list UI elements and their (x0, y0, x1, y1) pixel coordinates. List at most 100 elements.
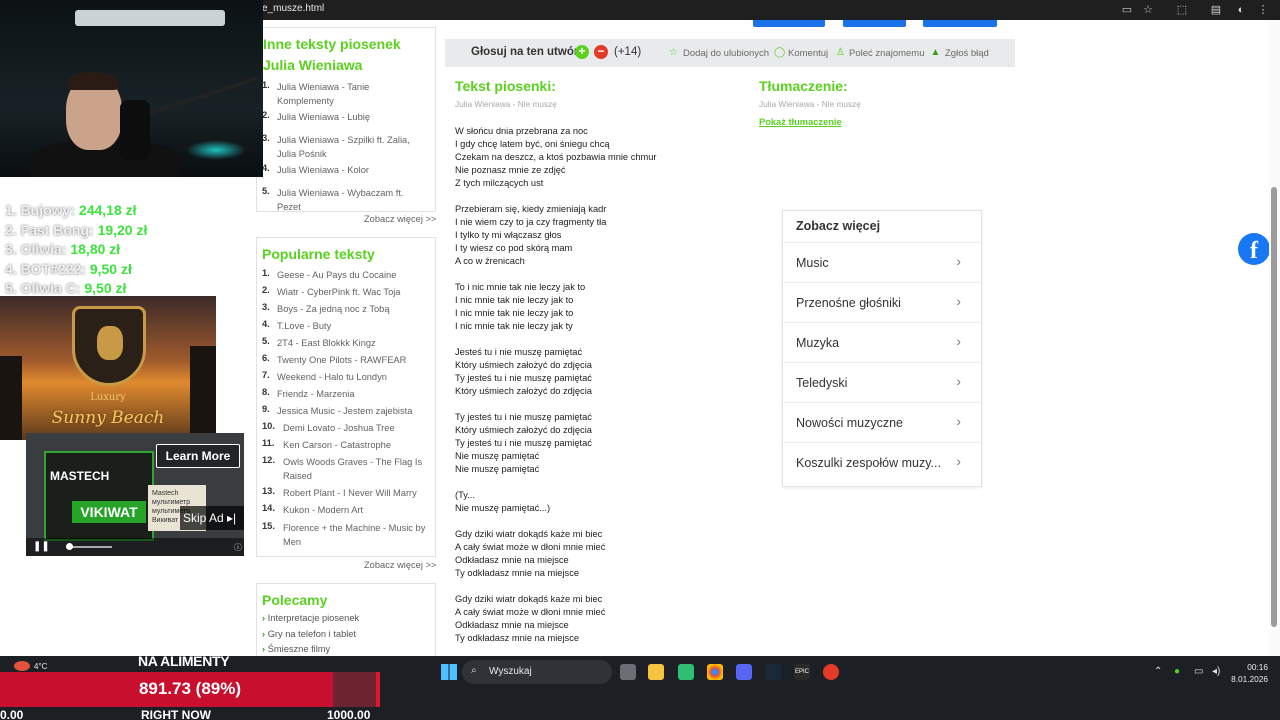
cast-icon[interactable]: ▭ (1120, 3, 1134, 17)
clock-date[interactable]: 8.01.2026 (1222, 674, 1268, 684)
list-item-link[interactable]: Demi Lovato - Joshua Tree (283, 421, 433, 435)
recommend-item-label[interactable]: Śmieszne filmy (268, 644, 331, 654)
list-item-number: 15. (262, 521, 275, 531)
list-item-number: 8. (262, 387, 270, 397)
pause-icon[interactable]: ❚❚ (33, 541, 50, 552)
share-button-2[interactable] (843, 20, 906, 27)
address-bar[interactable]: e_musze.html (262, 3, 324, 14)
see-more-item[interactable]: Muzyka › (783, 322, 981, 362)
comment-link[interactable]: Komentuj (788, 48, 828, 59)
list-item-link[interactable]: Twenty One Pilots - RAWFEAR (277, 353, 427, 367)
lyric-line: Ty odkładasz mnie na miejsce (455, 568, 580, 578)
see-more-item[interactable]: Teledyski › (783, 362, 981, 402)
list-item-link[interactable]: Ken Carson - Catastrophe (283, 438, 433, 452)
info-icon[interactable]: ⓘ (234, 542, 242, 553)
recommend-item-label[interactable]: Gry na telefon i tablet (268, 629, 356, 639)
learn-more-button[interactable]: Learn More (156, 444, 240, 468)
list-item-link[interactable]: Julia Wieniawa - Szpilki ft. Zalia, Juli… (277, 133, 427, 161)
vote-down-button[interactable]: − (594, 45, 608, 59)
list-item-link[interactable]: Boys - Za jedną noc z Tobą (277, 302, 427, 316)
scrollbar-thumb[interactable] (1271, 187, 1277, 627)
list-item-link[interactable]: Jessica Music - Jestem zajebista (277, 404, 427, 418)
report-error-link[interactable]: Zgłoś błąd (945, 48, 989, 59)
add-favorite-link[interactable]: Dodaj do ulubionych (683, 48, 769, 59)
recommend-friend-link[interactable]: Poleć znajomemu (849, 48, 925, 59)
led-light (186, 140, 246, 160)
lyric-line (455, 190, 657, 203)
start-icon[interactable] (441, 664, 457, 680)
volume-knob[interactable] (66, 543, 73, 550)
list-item-link[interactable]: Robert Plant - I Never Will Marry (283, 486, 433, 500)
recommend-item[interactable]: › Gry na telefon i tablet (262, 629, 359, 645)
vote-up-button[interactable]: + (575, 45, 589, 59)
chrome-icon[interactable] (707, 664, 723, 680)
steam-icon[interactable] (765, 664, 781, 680)
lyric-line (455, 268, 657, 281)
share-button-1[interactable] (753, 20, 825, 27)
chevron-right-icon: › (956, 333, 961, 349)
list-item-link[interactable]: 2T4 - East Blokkk Kingz (277, 336, 427, 350)
task-view-icon[interactable] (620, 664, 636, 680)
weather-temp[interactable]: 4°C (34, 662, 47, 671)
see-more-item-label: Teledyski (796, 376, 848, 390)
video-ad[interactable]: MASTECH VIKIWAT Mastech мультиметр мульт… (26, 433, 244, 556)
file-explorer-icon[interactable] (648, 664, 664, 680)
lyric-line: Z tych milczących ust (455, 178, 544, 188)
chevron-right-icon: › (956, 453, 961, 469)
list-item-link[interactable]: Florence + the Machine - Music by Men (283, 521, 433, 549)
see-more-item-label: Nowości muzyczne (796, 416, 903, 430)
lyric-line: Odkładasz mnie na miejsce (455, 620, 569, 630)
goal-max: 1000.00 (327, 708, 371, 720)
barber-name: Sunny Beach (51, 408, 165, 428)
list-item-link[interactable]: Wiatr - CyberPink ft. Wac Toja (277, 285, 427, 299)
list-item-number: 4. (262, 163, 270, 173)
list-item-link[interactable]: Julia Wieniawa - Tanie Komplementy (277, 80, 427, 108)
taskbar-search[interactable] (462, 660, 612, 684)
lyric-line: Który uśmiech założyć do zdjęcia (455, 360, 592, 370)
epic-games-icon[interactable]: EPIC (794, 664, 810, 680)
taskbar-search-label: Wyszukaj (489, 666, 532, 677)
list-item-link[interactable]: Owls Woods Graves - The Flag Is Raised (283, 455, 433, 483)
donor-name: 2. Fast Bong: (5, 221, 94, 238)
list-item-number: 2. (262, 110, 270, 120)
list-item-link[interactable]: Weekend - Halo tu Londyn (277, 370, 427, 384)
donor-name: 3. Oliwia: (5, 241, 67, 257)
profile-icon[interactable]: ◐ (1234, 3, 1248, 17)
skip-ad-button[interactable]: Skip Ad ▸| (180, 506, 244, 530)
list-item-link[interactable]: Julia Wieniawa - Kolor (277, 163, 427, 177)
xbox-app-icon[interactable] (678, 664, 694, 680)
share-button-3[interactable] (923, 20, 997, 27)
list-item-link[interactable]: Julia Wieniawa - Wybaczam ft. Pezet (277, 186, 427, 214)
sidebar-icon[interactable]: ▤ (1209, 3, 1223, 17)
menu-icon[interactable]: ⋮ (1256, 3, 1270, 17)
lyric-line: W słońcu dnia przebrana za noc (455, 126, 588, 136)
weather-icon[interactable] (14, 661, 30, 671)
ad-product: VIKIWAT (72, 501, 146, 523)
discord-icon[interactable] (736, 664, 752, 680)
lyric-line: I ty wiesz co pod skórą mam (455, 243, 573, 253)
obs-record-icon[interactable] (823, 664, 839, 680)
list-item-link[interactable]: T.Love - Buty (277, 319, 427, 333)
clock-time[interactable]: 00:16 (1236, 662, 1268, 672)
list-item-link[interactable]: Julia Wieniawa - Lubię (277, 110, 427, 124)
speaker-icon[interactable]: ◂) (1212, 666, 1220, 677)
popular-more-link[interactable]: Zobacz więcej >> (364, 560, 436, 570)
tray-chevron-icon[interactable]: ⌃ (1154, 666, 1162, 677)
recommend-list: › Interpretacje piosenek › Gry na telefon… (262, 613, 359, 660)
see-more-item[interactable]: Nowości muzyczne › (783, 402, 981, 442)
bookmark-star-icon[interactable]: ☆ (1141, 3, 1155, 17)
facebook-icon[interactable]: f (1238, 233, 1270, 265)
list-item-link[interactable]: Kukon - Modern Art (283, 503, 433, 517)
see-more-item[interactable]: Koszulki zespołów muzy... › (783, 442, 981, 482)
display-icon[interactable]: ▭ (1194, 666, 1203, 677)
see-more-item[interactable]: Music › (783, 242, 981, 282)
recommend-item-label[interactable]: Interpretacje piosenek (268, 613, 359, 623)
recommend-item[interactable]: › Interpretacje piosenek (262, 613, 359, 629)
other-more-link[interactable]: Zobacz więcej >> (364, 214, 436, 224)
list-item-link[interactable]: Friendz - Marzenia (277, 387, 427, 401)
see-more-item[interactable]: Przenośne głośniki › (783, 282, 981, 322)
show-translation-link[interactable]: Pokaż tłumaczenie (759, 117, 842, 127)
microphone-icon[interactable]: ● (1174, 666, 1180, 677)
extensions-icon[interactable]: ⬚ (1175, 3, 1189, 17)
list-item-link[interactable]: Geese - Au Pays du Cocaine (277, 268, 427, 282)
